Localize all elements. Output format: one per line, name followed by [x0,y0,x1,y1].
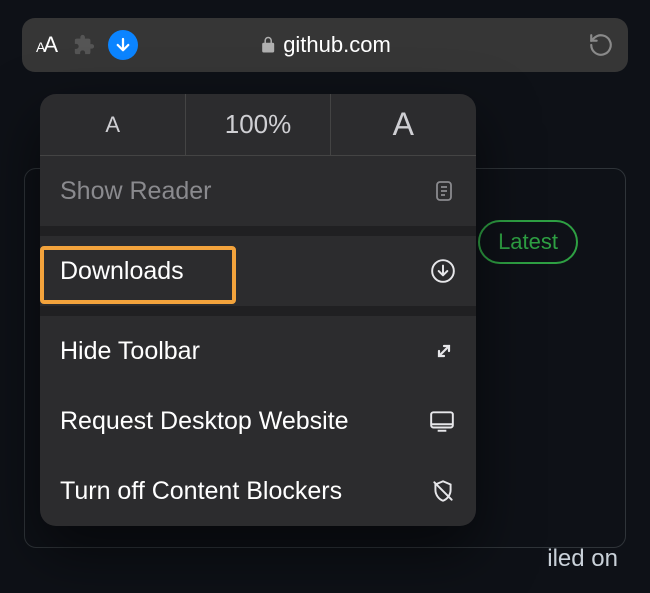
zoom-level-button[interactable]: 100% [185,94,330,155]
desktop-icon [428,408,456,434]
show-reader-label: Show Reader [60,177,211,206]
page-settings-popover: A 100% A Show Reader Downloads Hide Tool [40,94,476,526]
content-blockers-item[interactable]: Turn off Content Blockers [40,456,476,526]
request-desktop-item[interactable]: Request Desktop Website [40,386,476,456]
increase-text-button[interactable]: A [331,94,476,155]
request-desktop-label: Request Desktop Website [60,407,349,436]
text-size-controls: A 100% A [40,94,476,156]
address-bar[interactable]: AA github.com [22,18,628,72]
reader-icon [432,178,456,204]
text-size-icon[interactable]: AA [36,32,58,58]
downloads-item[interactable]: Downloads [40,236,476,306]
show-reader-item: Show Reader [40,156,476,226]
hide-toolbar-item[interactable]: Hide Toolbar [40,316,476,386]
address-bar-url[interactable]: github.com [259,32,391,58]
lock-icon [259,35,277,55]
downloads-badge-icon[interactable] [108,30,138,60]
downloads-label: Downloads [60,257,184,286]
expand-icon [432,339,456,363]
hide-toolbar-label: Hide Toolbar [60,337,200,366]
decrease-text-button[interactable]: A [40,94,185,155]
puzzle-extension-icon[interactable] [72,33,96,57]
shield-off-icon [430,478,456,504]
partial-text: iled on [547,545,618,573]
address-bar-left: AA [36,30,138,60]
download-icon [430,258,456,284]
latest-badge[interactable]: Latest [478,220,578,264]
url-text: github.com [283,32,391,58]
refresh-icon[interactable] [588,30,614,60]
content-blockers-label: Turn off Content Blockers [60,477,342,506]
